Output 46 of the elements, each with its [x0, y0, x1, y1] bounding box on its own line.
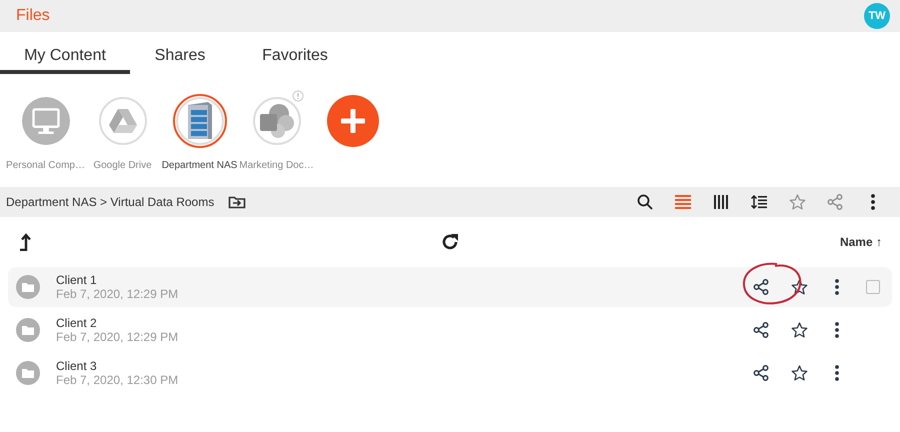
- breadcrumb-path: Department NAS > Virtual Data Rooms: [6, 194, 214, 211]
- add-button[interactable]: [327, 95, 379, 147]
- storage-label: Marketing Doc…: [239, 159, 314, 173]
- share-icon: [827, 194, 843, 210]
- folder-icon: [16, 361, 40, 385]
- search-icon: [637, 194, 653, 210]
- checkbox[interactable]: [866, 280, 880, 294]
- more-icon: [835, 365, 839, 381]
- star-icon: [790, 279, 808, 295]
- app-title: Files: [16, 6, 50, 26]
- list-view-icon: [675, 195, 691, 209]
- storage-label: Personal Comp…: [6, 159, 85, 173]
- share-icon: [753, 365, 769, 381]
- file-row[interactable]: Client 2 Feb 7, 2020, 12:29 PM: [8, 310, 892, 350]
- tab[interactable]: Shares: [130, 40, 230, 74]
- more-icon: [835, 279, 839, 295]
- more-icon: [835, 322, 839, 338]
- star-icon: [790, 322, 808, 338]
- storage-label: Google Drive: [93, 159, 152, 173]
- file-name: Client 3: [56, 359, 98, 373]
- storage-label: Department NAS: [162, 159, 238, 173]
- more-icon: [871, 194, 875, 210]
- sort-icon: [751, 195, 767, 209]
- computer-icon: [22, 97, 70, 145]
- share-icon: [753, 322, 769, 338]
- share-icon: [753, 279, 769, 295]
- folder-icon: [16, 275, 40, 299]
- file-date: Feb 7, 2020, 12:30 PM: [56, 373, 180, 387]
- file-name: Client 1: [56, 273, 98, 287]
- folder-icon: [16, 318, 40, 342]
- tab[interactable]: Favorites: [230, 40, 360, 74]
- star-icon: [788, 194, 806, 210]
- tab[interactable]: My Content: [0, 40, 130, 74]
- file-row[interactable]: Client 3 Feb 7, 2020, 12:30 PM: [8, 353, 892, 393]
- plus-icon: [340, 108, 366, 134]
- column-view-icon: [714, 195, 728, 209]
- drive-logo-icon: [108, 107, 138, 135]
- file-date: Feb 7, 2020, 12:29 PM: [56, 287, 180, 301]
- star-icon: [790, 365, 808, 381]
- folder-move-icon[interactable]: [228, 195, 246, 209]
- file-date: Feb 7, 2020, 12:29 PM: [56, 330, 180, 344]
- up-arrow-icon[interactable]: [18, 233, 32, 251]
- storage-button[interactable]: [172, 94, 226, 148]
- file-name: Client 2: [56, 316, 98, 330]
- sort-name-button[interactable]: Name ↑: [840, 233, 882, 251]
- refresh-icon[interactable]: [440, 232, 460, 252]
